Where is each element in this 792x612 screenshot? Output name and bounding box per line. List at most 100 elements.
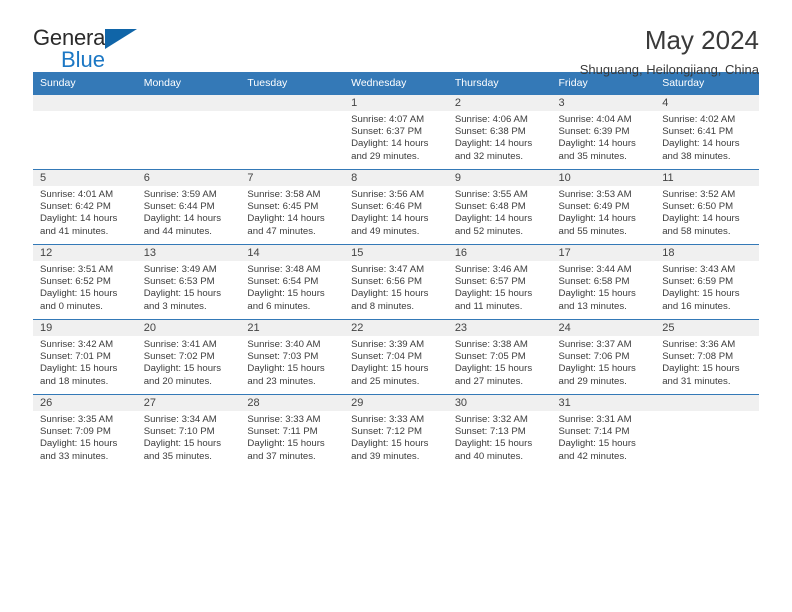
day-cell[interactable]: 2 Sunrise: 4:06 AM Sunset: 6:38 PM Daylight…: [447, 94, 552, 170]
daylight-text-line1: Daylight: 14 hours: [662, 138, 740, 150]
sunrise-text: Sunrise: 3:40 AM: [247, 339, 321, 350]
daylight-text-line1: Daylight: 15 hours: [454, 288, 533, 300]
daylight-text-line1: Daylight: 14 hours: [351, 138, 429, 150]
day-cell[interactable]: 11 Sunrise: 3:52 AM Sunset: 6:50 PM Dayligh…: [655, 169, 759, 245]
day-cell[interactable]: [136, 94, 241, 170]
general-blue-logo[interactable]: General Blue: [33, 26, 163, 72]
daylight-text-line2: and 25 minutes.: [351, 375, 420, 387]
sunset-text: Sunset: 7:03 PM: [247, 351, 319, 363]
day-number: 7: [240, 170, 345, 186]
day-cell[interactable]: 13 Sunrise: 3:49 AM Sunset: 6:53 PM Dayligh…: [136, 244, 241, 320]
day-cell[interactable]: 7 Sunrise: 3:58 AM Sunset: 6:45 PM Daylight…: [240, 169, 345, 245]
daylight-text-line1: Daylight: 15 hours: [662, 288, 740, 300]
sunrise-text: Sunrise: 3:43 AM: [662, 264, 736, 275]
sunrise-text: Sunrise: 3:32 AM: [454, 414, 528, 425]
day-cell[interactable]: 15 Sunrise: 3:47 AM Sunset: 6:56 PM Dayligh…: [344, 244, 448, 320]
day-cell[interactable]: 29 Sunrise: 3:33 AM Sunset: 7:12 PM Dayligh…: [344, 394, 448, 469]
day-number: [240, 95, 345, 111]
day-cell[interactable]: 19 Sunrise: 3:42 AM Sunset: 7:01 PM Dayligh…: [33, 319, 137, 395]
sunrise-text: Sunrise: 4:07 AM: [351, 114, 425, 125]
daylight-text-line2: and 16 minutes.: [662, 300, 731, 312]
calendar-page: General Blue May 2024 Shuguang, Heilongj…: [0, 0, 792, 612]
day-cell[interactable]: 31 Sunrise: 3:31 AM Sunset: 7:14 PM Dayligh…: [551, 394, 656, 469]
sunset-text: Sunset: 6:46 PM: [351, 201, 423, 213]
sunset-text: Sunset: 6:52 PM: [40, 276, 111, 288]
day-number: [655, 395, 759, 411]
week-row: 12 Sunrise: 3:51 AM Sunset: 6:52 PM Dayligh…: [33, 244, 759, 320]
sunrise-sunset-calendar: Sunday Monday Tuesday Wednesday Thursday…: [33, 72, 759, 469]
daylight-text-line1: Daylight: 14 hours: [40, 213, 118, 225]
sunset-text: Sunset: 7:13 PM: [454, 426, 526, 438]
day-number: 10: [551, 170, 656, 186]
day-cell[interactable]: [655, 394, 759, 469]
day-number: 23: [447, 320, 552, 336]
sunset-text: Sunset: 7:09 PM: [40, 426, 111, 438]
day-cell[interactable]: 6 Sunrise: 3:59 AM Sunset: 6:44 PM Daylight…: [136, 169, 241, 245]
daylight-text-line1: Daylight: 15 hours: [40, 288, 118, 300]
day-cell[interactable]: [240, 94, 345, 170]
day-cell[interactable]: 9 Sunrise: 3:55 AM Sunset: 6:48 PM Daylight…: [447, 169, 552, 245]
day-number: 22: [344, 320, 448, 336]
day-cell[interactable]: 16 Sunrise: 3:46 AM Sunset: 6:57 PM Dayligh…: [447, 244, 552, 320]
daylight-text-line2: and 38 minutes.: [662, 150, 731, 162]
daylight-text-line2: and 52 minutes.: [454, 225, 524, 237]
week-row: 1 Sunrise: 4:07 AM Sunset: 6:37 PM Daylight…: [33, 94, 759, 170]
day-cell[interactable]: 3 Sunrise: 4:04 AM Sunset: 6:39 PM Daylight…: [551, 94, 656, 170]
daylight-text-line2: and 35 minutes.: [143, 450, 212, 462]
daylight-text-line1: Daylight: 15 hours: [143, 363, 222, 375]
daylight-text-line1: Daylight: 15 hours: [454, 438, 533, 450]
day-cell[interactable]: 21 Sunrise: 3:40 AM Sunset: 7:03 PM Dayligh…: [240, 319, 345, 395]
sunrise-text: Sunrise: 3:55 AM: [454, 189, 528, 200]
daylight-text-line2: and 35 minutes.: [558, 150, 627, 162]
sunset-text: Sunset: 7:01 PM: [40, 351, 111, 363]
daylight-text-line1: Daylight: 15 hours: [143, 438, 222, 450]
daylight-text-line2: and 31 minutes.: [662, 375, 731, 387]
sunset-text: Sunset: 6:50 PM: [662, 201, 734, 213]
day-number: 31: [551, 395, 656, 411]
day-number: [136, 95, 241, 111]
day-cell[interactable]: 22 Sunrise: 3:39 AM Sunset: 7:04 PM Dayligh…: [344, 319, 448, 395]
day-cell[interactable]: 8 Sunrise: 3:56 AM Sunset: 6:46 PM Daylight…: [344, 169, 448, 245]
day-number: 24: [551, 320, 656, 336]
sunset-text: Sunset: 7:12 PM: [351, 426, 423, 438]
day-number: 2: [447, 95, 552, 111]
day-number: 5: [33, 170, 137, 186]
day-cell[interactable]: 23 Sunrise: 3:38 AM Sunset: 7:05 PM Dayligh…: [447, 319, 552, 395]
sunset-text: Sunset: 6:39 PM: [558, 126, 630, 138]
daylight-text-line1: Daylight: 14 hours: [662, 213, 740, 225]
daylight-text-line1: Daylight: 15 hours: [143, 288, 222, 300]
day-cell[interactable]: 30 Sunrise: 3:32 AM Sunset: 7:13 PM Dayligh…: [447, 394, 552, 469]
day-cell[interactable]: 12 Sunrise: 3:51 AM Sunset: 6:52 PM Dayligh…: [33, 244, 137, 320]
day-cell[interactable]: 27 Sunrise: 3:34 AM Sunset: 7:10 PM Dayligh…: [136, 394, 241, 469]
sunset-text: Sunset: 6:41 PM: [662, 126, 734, 138]
day-cell[interactable]: 18 Sunrise: 3:43 AM Sunset: 6:59 PM Dayligh…: [655, 244, 759, 320]
day-number: 27: [136, 395, 241, 411]
day-number: 25: [655, 320, 759, 336]
sunrise-text: Sunrise: 3:34 AM: [143, 414, 217, 425]
daylight-text-line2: and 3 minutes.: [143, 300, 207, 312]
sunset-text: Sunset: 6:56 PM: [351, 276, 423, 288]
day-cell[interactable]: 5 Sunrise: 4:01 AM Sunset: 6:42 PM Daylight…: [33, 169, 137, 245]
day-cell[interactable]: 24 Sunrise: 3:37 AM Sunset: 7:06 PM Dayligh…: [551, 319, 656, 395]
sunrise-text: Sunrise: 3:52 AM: [662, 189, 736, 200]
day-cell[interactable]: 10 Sunrise: 3:53 AM Sunset: 6:49 PM Dayligh…: [551, 169, 656, 245]
page-header: General Blue May 2024 Shuguang, Heilongj…: [33, 0, 759, 77]
sunset-text: Sunset: 6:44 PM: [143, 201, 215, 213]
day-cell[interactable]: [33, 94, 137, 170]
day-cell[interactable]: 4 Sunrise: 4:02 AM Sunset: 6:41 PM Daylight…: [655, 94, 759, 170]
day-cell[interactable]: 26 Sunrise: 3:35 AM Sunset: 7:09 PM Dayligh…: [33, 394, 137, 469]
daylight-text-line1: Daylight: 15 hours: [662, 363, 740, 375]
sunrise-text: Sunrise: 3:48 AM: [247, 264, 321, 275]
day-cell[interactable]: 20 Sunrise: 3:41 AM Sunset: 7:02 PM Dayligh…: [136, 319, 241, 395]
day-cell[interactable]: 1 Sunrise: 4:07 AM Sunset: 6:37 PM Daylight…: [344, 94, 448, 170]
day-cell[interactable]: 25 Sunrise: 3:36 AM Sunset: 7:08 PM Dayligh…: [655, 319, 759, 395]
sunrise-text: Sunrise: 3:59 AM: [143, 189, 217, 200]
sunrise-text: Sunrise: 3:33 AM: [247, 414, 321, 425]
sunrise-text: Sunrise: 3:53 AM: [558, 189, 632, 200]
daylight-text-line1: Daylight: 14 hours: [247, 213, 325, 225]
daylight-text-line1: Daylight: 15 hours: [558, 363, 636, 375]
day-cell[interactable]: 14 Sunrise: 3:48 AM Sunset: 6:54 PM Dayligh…: [240, 244, 345, 320]
day-cell[interactable]: 28 Sunrise: 3:33 AM Sunset: 7:11 PM Dayligh…: [240, 394, 345, 469]
sunrise-text: Sunrise: 3:51 AM: [40, 264, 114, 275]
day-cell[interactable]: 17 Sunrise: 3:44 AM Sunset: 6:58 PM Dayligh…: [551, 244, 656, 320]
